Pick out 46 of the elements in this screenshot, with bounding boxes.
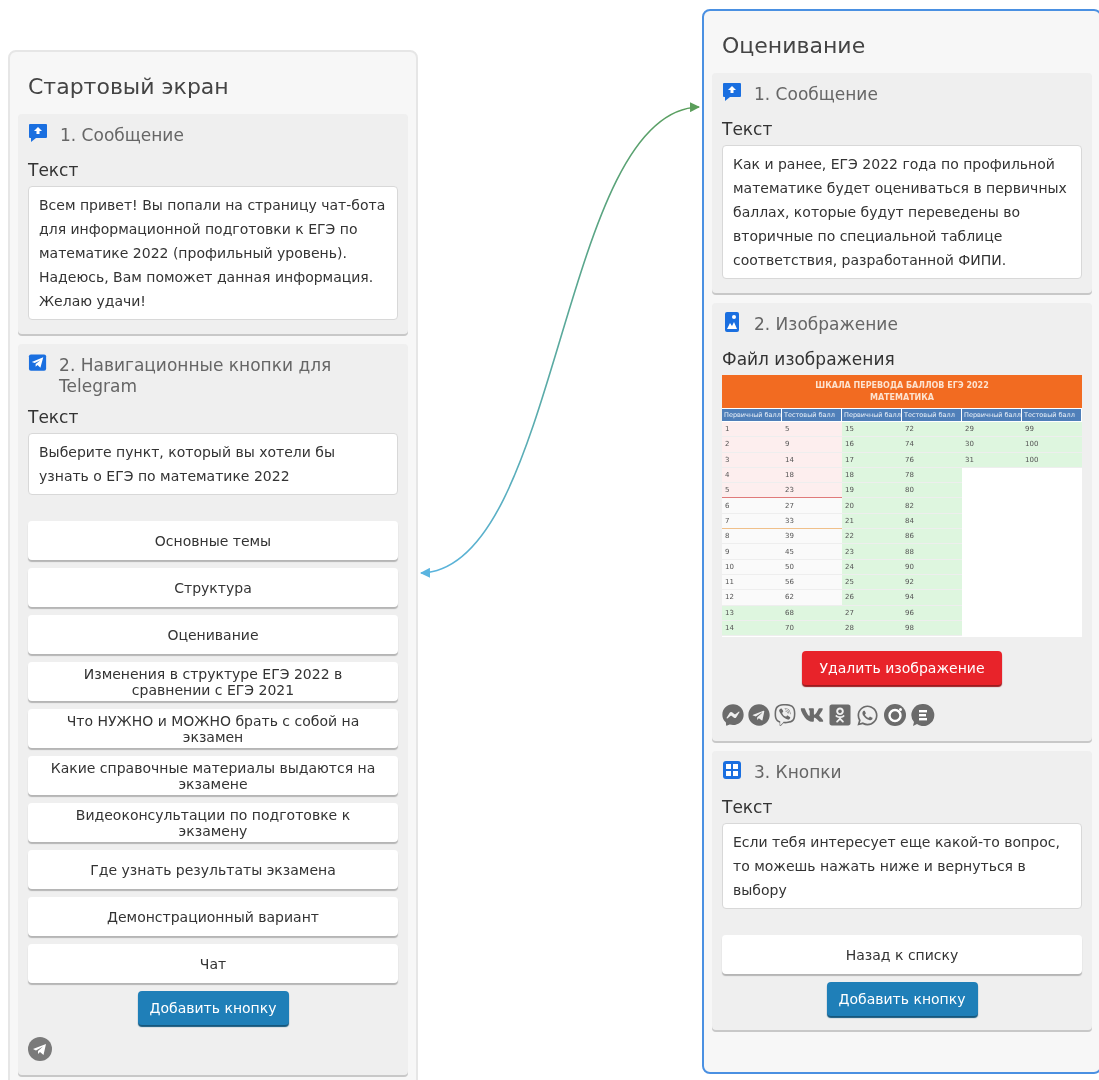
- field-label: Текст: [28, 407, 80, 427]
- menu-option-button[interactable]: Что НУЖНО и МОЖНО брать с собой на экзамен: [28, 709, 398, 748]
- messenger-icon[interactable]: [722, 704, 744, 726]
- menu-option-button[interactable]: Чат: [28, 944, 398, 983]
- text-field[interactable]: Всем привет! Вы попали на страницу чат-бота для информационной подготовки к ЕГЭ по математике 2022 (профильный уровень). Надеюсь, Вам поможет данная информация. Желаю удачи!: [28, 186, 398, 320]
- field-label: Текст: [722, 797, 774, 817]
- field-label: Текст: [28, 160, 80, 180]
- screen-panel[interactable]: [702, 9, 1099, 1074]
- telegram-icon[interactable]: [748, 704, 770, 726]
- block-title: 1. Сообщение: [60, 124, 184, 146]
- telegram-icon: [28, 1037, 52, 1061]
- chat-bubble-icon[interactable]: [911, 703, 935, 727]
- menu-option-button[interactable]: Назад к списку: [722, 935, 1082, 974]
- panel-title: Стартовый экран: [27, 73, 230, 101]
- menu-option-button[interactable]: Изменения в структуре ЕГЭ 2022 в сравнении с ЕГЭ 2021: [28, 662, 398, 701]
- table-title: МАТЕМАТИКА: [868, 391, 936, 404]
- table-title: ШКАЛА ПЕРЕВОДА БАЛЛОВ ЕГЭ 2022: [814, 379, 990, 392]
- add-button-button[interactable]: Добавить кнопку: [137, 991, 289, 1025]
- block-title: 2. Навигационные кнопки для Telegram: [59, 354, 333, 397]
- menu-option-button[interactable]: Основные темы: [28, 521, 398, 560]
- menu-option-button[interactable]: Оценивание: [28, 615, 398, 654]
- ring-icon[interactable]: [883, 703, 907, 727]
- menu-option-button[interactable]: Демонстрационный вариант: [28, 897, 398, 936]
- field-label: Файл изображения: [722, 349, 896, 369]
- text-field[interactable]: Выберите пункт, который вы хотели бы узнать о ЕГЭ по математике 2022: [28, 433, 398, 495]
- menu-option-button[interactable]: Где узнать результаты экзамена: [28, 850, 398, 889]
- text-field[interactable]: Если тебя интересует еще какой-то вопрос, то можешь нажать ниже и вернуться в выбору: [722, 823, 1082, 909]
- viber-icon[interactable]: [774, 704, 796, 726]
- grid-icon: [722, 759, 742, 781]
- odnoklassniki-icon[interactable]: [828, 703, 852, 727]
- menu-option-button[interactable]: Какие справочные материалы выдаются на экзамене: [28, 756, 398, 795]
- menu-option-button[interactable]: Структура: [28, 568, 398, 607]
- text-field[interactable]: Как и ранее, ЕГЭ 2022 года по профильной математике будет оцениваться в первичных баллах, которые будут переведены во вторичные по специальной таблице соответствия, разработанной ФИПИ.: [722, 145, 1082, 279]
- telegram-icon: [28, 352, 48, 374]
- block-title: 3. Кнопки: [754, 761, 842, 783]
- panel-title: Оценивание: [721, 32, 867, 60]
- block-title: 1. Сообщение: [754, 83, 878, 105]
- delete-image-button[interactable]: Удалить изображение: [802, 651, 1002, 685]
- menu-option-button[interactable]: Видеоконсультации по подготовке к экзамену: [28, 803, 398, 842]
- whatsapp-icon[interactable]: [856, 703, 879, 727]
- image-icon: [722, 311, 742, 333]
- field-label: Текст: [722, 119, 774, 139]
- message-upload-icon: [722, 81, 742, 103]
- add-button-button[interactable]: Добавить кнопку: [826, 982, 978, 1016]
- block-title: 2. Изображение: [754, 313, 898, 335]
- message-upload-icon: [28, 122, 48, 144]
